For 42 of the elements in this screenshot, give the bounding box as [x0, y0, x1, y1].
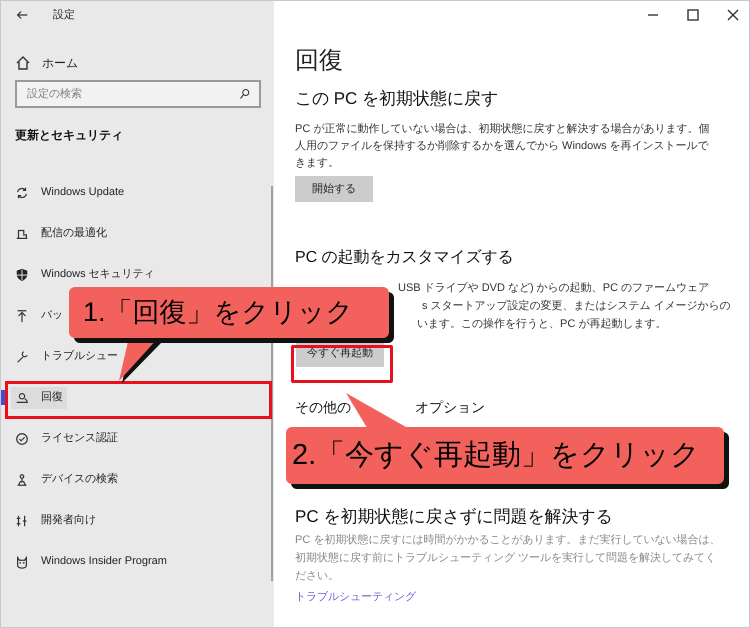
section-heading: この PC を初期状態に戻す: [295, 88, 500, 110]
back-arrow-icon[interactable]: [15, 8, 29, 22]
section-heading: PC を初期状態に戻さずに問題を解決する: [295, 506, 614, 528]
sidebar-item[interactable]: デバイスの検索: [11, 468, 122, 490]
section-heading: 更新とセキュリティ: [14, 127, 124, 144]
maximize-icon[interactable]: [684, 7, 701, 23]
page-title: 回復: [295, 46, 344, 76]
home-link[interactable]: ホーム: [1, 49, 274, 77]
section-heading: その他の: [295, 398, 351, 417]
close-icon[interactable]: [724, 7, 741, 23]
sidebar-item[interactable]: Windows Insider Program: [11, 550, 171, 572]
selection-indicator: [1, 390, 5, 405]
description-line: USB ドライブや DVD など) からの起動、PC のファームウェア: [398, 280, 710, 296]
start-button[interactable]: 開始する: [295, 176, 373, 202]
description-line: います。この操作を行うと、PC が再起動します。: [417, 317, 666, 332]
person-icon: [15, 390, 29, 404]
sidebar-item[interactable]: バッ: [11, 304, 67, 326]
upload-icon: [15, 308, 29, 322]
description: PC が正常に動作していない場合は、初期状態に戻すと解決する場合があります。個人用のファイルを保持するか削除するかを選んでから Windows を再インストールできます。: [295, 122, 710, 171]
sidebar-item[interactable]: Windows Update: [11, 182, 128, 204]
sidebar-item[interactable]: Windows セキュリティ: [11, 264, 159, 286]
search-field[interactable]: 設定の検索: [15, 80, 261, 108]
description: PC を初期状態に戻すには時間がかかることがあります。まだ実行していない場合は、初期状態に戻す前にトラブルシューティング ツールを実行して問題を解決してみてください。: [295, 532, 722, 584]
sidebar-item[interactable]: トラブルシュー: [11, 346, 122, 368]
person-pin-icon: [15, 472, 29, 486]
section-heading: PC の起動をカスタマイズする: [295, 248, 515, 268]
sidebar-item[interactable]: 開発者向け: [11, 510, 100, 532]
wrench-icon: [15, 350, 29, 364]
sidebar-item[interactable]: ライセンス認証: [11, 428, 122, 450]
check-circle-icon: [15, 432, 29, 446]
search-icon: [239, 88, 251, 100]
tools-icon: [15, 514, 29, 528]
cat-icon: [15, 554, 29, 568]
sync-icon: [15, 186, 29, 200]
sidebar-item[interactable]: 回復: [11, 386, 67, 408]
section-heading: オプション: [415, 398, 485, 417]
window-title: 設定: [53, 8, 75, 23]
troubleshoot-link[interactable]: トラブルシューティング: [295, 589, 416, 606]
description-line: s スタートアップ設定の変更、またはシステム イメージからの: [422, 298, 731, 314]
home-icon: [15, 55, 31, 71]
shield-icon: [15, 268, 29, 282]
sidebar-item[interactable]: 配信の最適化: [11, 222, 111, 244]
